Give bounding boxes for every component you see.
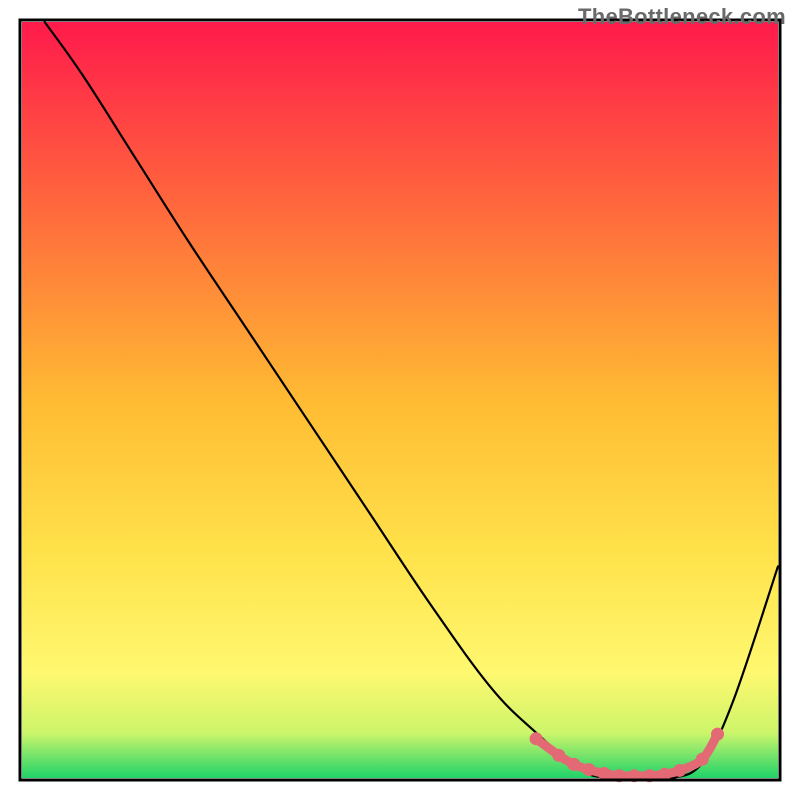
optimal-range-dot: [552, 749, 565, 762]
optimal-range-dot: [583, 763, 596, 776]
chart-container: TheBottleneck.com: [0, 0, 800, 800]
optimal-range-dot: [567, 758, 580, 771]
optimal-range-dot: [673, 764, 686, 777]
watermark-text: TheBottleneck.com: [578, 4, 786, 30]
bottleneck-chart: [0, 0, 800, 800]
optimal-range-dot: [598, 767, 611, 780]
chart-background: [22, 22, 778, 778]
optimal-range-dot: [530, 732, 543, 745]
optimal-range-dot: [711, 728, 724, 741]
optimal-range-dot: [696, 753, 709, 766]
